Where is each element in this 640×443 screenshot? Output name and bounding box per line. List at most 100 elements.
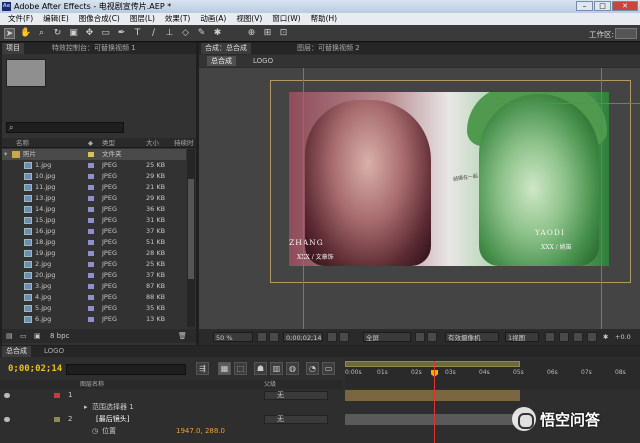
bit-depth-button[interactable]: 8 bpc (50, 329, 69, 343)
parent-dropdown[interactable]: 无 (264, 391, 328, 400)
view-layout-dropdown[interactable]: 1视图 (505, 332, 539, 342)
timeline-search-input[interactable] (66, 364, 186, 375)
timeline-current-time[interactable]: 0;00;02;14 (8, 364, 62, 374)
clone-stamp-tool-icon[interactable]: ⊥ (164, 28, 175, 39)
exposure-icon[interactable]: ✱ (603, 330, 608, 344)
label-color-swatch[interactable] (88, 273, 94, 278)
stopwatch-icon[interactable]: ◷ (92, 426, 98, 437)
region-of-interest-icon[interactable] (415, 332, 425, 342)
menu-animation[interactable]: 动画(A) (195, 13, 231, 25)
time-ruler[interactable]: 0:00s 01s 02s 03s 04s 05s 06s 07s 08s (345, 359, 640, 389)
workspace-dropdown[interactable] (615, 28, 637, 39)
frame-blending-icon[interactable]: ▥ (270, 362, 283, 375)
live-update-icon[interactable]: ▦ (218, 362, 231, 375)
exposure-value[interactable]: +0.0 (615, 330, 631, 344)
tab-timeline-main-comp[interactable]: 总合成 (2, 346, 31, 357)
menu-window[interactable]: 窗口(W) (267, 13, 305, 25)
resolution-dropdown[interactable]: 全屏 (363, 332, 411, 342)
mask-tool-icon[interactable]: ▭ (100, 28, 111, 39)
label-color-swatch[interactable] (54, 393, 60, 398)
label-color-swatch[interactable] (88, 196, 94, 201)
work-area-bar[interactable] (345, 361, 520, 367)
column-layer-name[interactable]: 图层名称 (80, 380, 104, 389)
new-comp-icon[interactable]: ▣ (34, 329, 41, 343)
composition-frame[interactable]: ZHANG XXX / 文章饰 YAODI XXX / 姚笛 结婚在一起 (289, 92, 609, 266)
world-axis-icon[interactable]: ⊞ (262, 28, 273, 39)
current-time-line[interactable] (434, 361, 435, 443)
label-color-swatch[interactable] (88, 185, 94, 190)
file-row[interactable]: 15.jpg JPEG 31 KB (2, 215, 186, 226)
snapshot-icon[interactable] (327, 332, 337, 342)
text-tool-icon[interactable]: T (132, 28, 143, 39)
layer-row-2[interactable]: 2 [最后镜头] 无 (0, 414, 343, 425)
file-row[interactable]: 14.jpg JPEG 36 KB (2, 204, 186, 215)
project-search-input[interactable]: ⌕ (6, 122, 124, 133)
column-size[interactable]: 大小 (146, 138, 159, 148)
file-row[interactable]: 10.jpg JPEG 29 KB (2, 171, 186, 182)
file-row[interactable]: 18.jpg JPEG 51 KB (2, 237, 186, 248)
position-property-row[interactable]: ◷ 位置 1947.0, 288.0 (0, 426, 343, 437)
eraser-tool-icon[interactable]: ◇ (180, 28, 191, 39)
file-row[interactable]: 3.jpg JPEG 87 KB (2, 281, 186, 292)
label-color-swatch[interactable] (54, 417, 60, 422)
label-color-swatch[interactable] (88, 174, 94, 179)
menu-edit[interactable]: 编辑(E) (38, 13, 74, 25)
layer-name[interactable]: [最后镜头] (96, 414, 129, 425)
trash-icon[interactable]: 🗑 (178, 329, 187, 343)
comp-mini-flowchart-icon[interactable]: ⇶ (196, 362, 209, 375)
graph-editor-icon[interactable]: ◔ (306, 362, 319, 375)
current-time-field[interactable]: 0;00;02;14 (283, 332, 323, 342)
brainstorm-icon[interactable]: ▭ (322, 362, 335, 375)
puppet-tool-icon[interactable]: ✱ (212, 28, 223, 39)
label-color-swatch[interactable] (88, 207, 94, 212)
visibility-eye-icon[interactable] (4, 393, 10, 398)
file-row[interactable]: 11.jpg JPEG 21 KB (2, 182, 186, 193)
label-color-swatch[interactable] (88, 284, 94, 289)
guide-line-right[interactable] (601, 68, 602, 329)
breadcrumb-logo[interactable]: LOGO (249, 56, 277, 66)
file-row[interactable]: 20.jpg JPEG 37 KB (2, 270, 186, 281)
column-name[interactable]: 名称 (16, 138, 29, 148)
camera-dropdown[interactable]: 有效摄像机 (445, 332, 499, 342)
file-row[interactable]: 13.jpg JPEG 29 KB (2, 193, 186, 204)
flowchart-icon[interactable] (587, 332, 597, 342)
rotate-tool-icon[interactable]: ↻ (52, 28, 63, 39)
menu-effect[interactable]: 效果(T) (160, 13, 195, 25)
folder-row[interactable]: ▾ 照片 文件夹 (2, 149, 186, 160)
camera-tool-icon[interactable]: ▣ (68, 28, 79, 39)
zoom-dropdown[interactable]: 50 % (213, 332, 253, 342)
layer-1-duration-bar[interactable] (345, 390, 520, 401)
roto-brush-tool-icon[interactable]: ✎ (196, 28, 207, 39)
guide-line-horizontal[interactable] (499, 103, 640, 104)
menu-help[interactable]: 帮助(H) (306, 13, 343, 25)
local-axis-icon[interactable]: ⊕ (246, 28, 257, 39)
file-row[interactable]: 6.jpg JPEG 13 KB (2, 314, 186, 325)
tab-effect-controls[interactable]: 特效控制台：可替换视频 1 (48, 43, 140, 54)
label-color-swatch[interactable] (88, 317, 94, 322)
label-color-swatch[interactable] (88, 306, 94, 311)
label-color-swatch[interactable] (88, 152, 94, 157)
menu-composition[interactable]: 图像合成(C) (74, 13, 125, 25)
tab-layer[interactable]: 图层：可替换视频 2 (293, 43, 364, 54)
safe-zones-icon[interactable] (257, 332, 267, 342)
composition-viewer[interactable]: ZHANG XXX / 文章饰 YAODI XXX / 姚笛 结婚在一起 (199, 68, 640, 329)
timeline-icon[interactable] (573, 332, 583, 342)
column-parent[interactable]: 父级 (264, 380, 276, 389)
layer-property-row[interactable]: ▸ 范围选择器 1 (0, 402, 343, 413)
tab-project[interactable]: 项目 (2, 43, 24, 54)
label-color-swatch[interactable] (88, 240, 94, 245)
transparency-grid-icon[interactable] (427, 332, 437, 342)
label-column-icon[interactable]: ◆ (88, 138, 93, 148)
project-scrollbar[interactable] (187, 149, 195, 327)
label-color-swatch[interactable] (88, 218, 94, 223)
view-axis-icon[interactable]: ⊡ (278, 28, 289, 39)
pan-behind-tool-icon[interactable]: ✥ (84, 28, 95, 39)
hide-shy-layers-icon[interactable]: ☗ (254, 362, 267, 375)
pixel-aspect-icon[interactable] (545, 332, 555, 342)
draft-3d-icon[interactable]: ⬚ (234, 362, 247, 375)
visibility-eye-icon[interactable] (4, 417, 10, 422)
zoom-tool-icon[interactable]: ⌕ (36, 28, 47, 39)
file-row[interactable]: 16.jpg JPEG 37 KB (2, 226, 186, 237)
expand-triangle-icon[interactable]: ▸ (84, 402, 88, 413)
menu-file[interactable]: 文件(F) (3, 13, 38, 25)
